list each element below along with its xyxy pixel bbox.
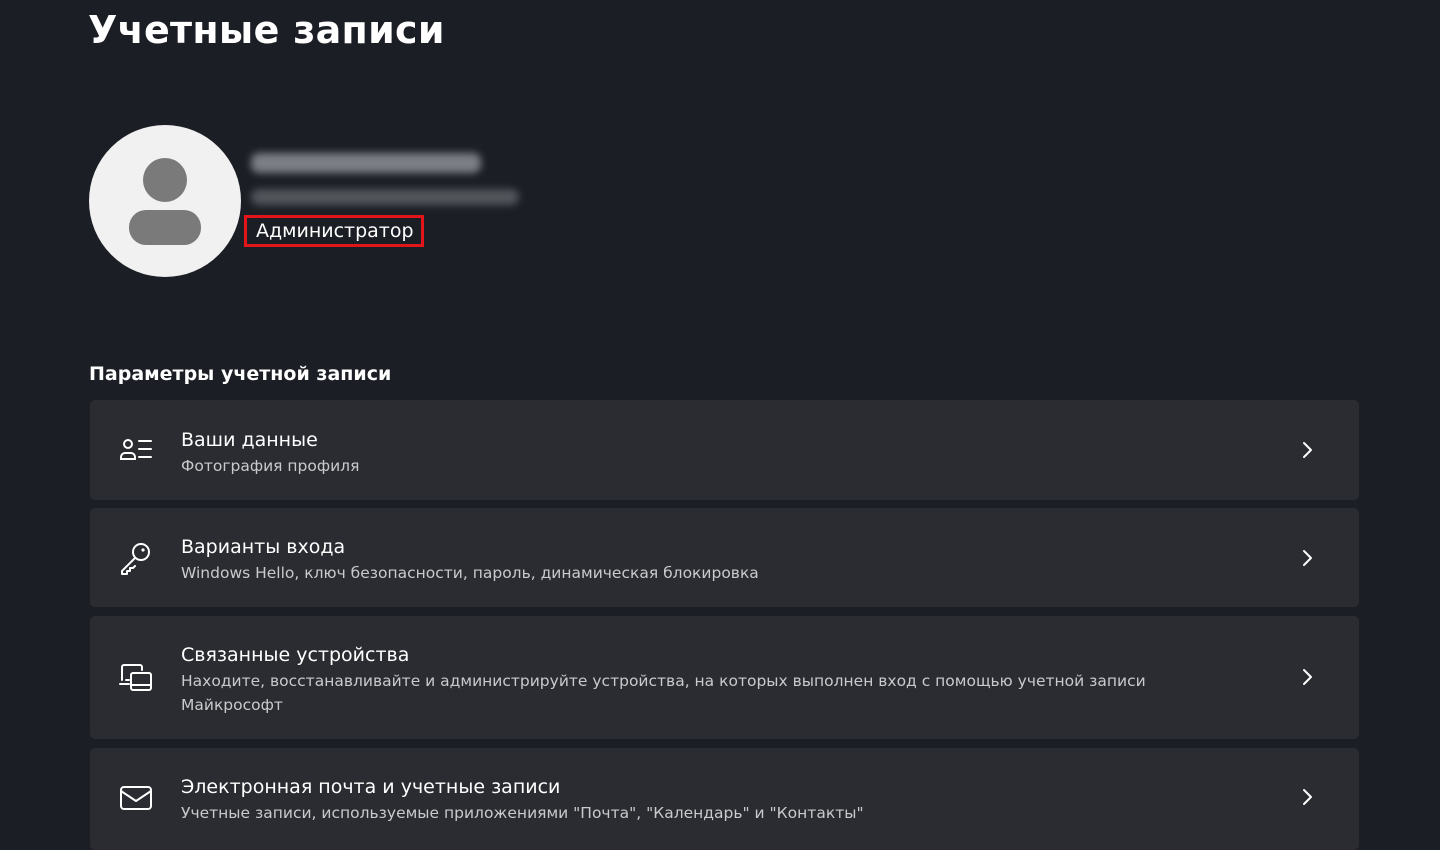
settings-item-subtitle: Windows Hello, ключ безопасности, пароль… — [181, 564, 759, 582]
account-role-label: Администратор — [244, 215, 424, 247]
settings-item-text: Электронная почта и учетные записи Учетн… — [181, 775, 1219, 825]
person-list-icon — [120, 439, 152, 460]
person-avatar-icon — [129, 158, 201, 245]
blurred-account-email — [251, 189, 519, 205]
section-heading-account-settings: Параметры учетной записи — [89, 363, 392, 385]
key-icon — [121, 543, 150, 575]
settings-item-linked-devices[interactable]: Связанные устройства Находите, восстанав… — [90, 616, 1359, 739]
profile-header: Администратор — [89, 125, 689, 277]
settings-item-title: Ваши данные — [181, 429, 318, 451]
chevron-right-icon — [1303, 669, 1312, 685]
devices-icon — [119, 664, 152, 691]
settings-item-your-info[interactable]: Ваши данные Фотография профиля — [90, 400, 1359, 500]
settings-item-subtitle: Фотография профиля — [181, 457, 360, 475]
settings-item-sign-in-options[interactable]: Варианты входа Windows Hello, ключ безоп… — [90, 508, 1359, 607]
chevron-right-icon — [1303, 550, 1312, 566]
mail-icon — [120, 786, 152, 810]
blurred-account-name — [251, 153, 481, 173]
settings-item-text: Варианты входа Windows Hello, ключ безоп… — [181, 535, 1219, 585]
settings-item-text: Ваши данные Фотография профиля — [181, 428, 1219, 478]
settings-item-title: Связанные устройства — [181, 644, 410, 666]
settings-item-title: Электронная почта и учетные записи — [181, 776, 561, 798]
settings-item-text: Связанные устройства Находите, восстанав… — [181, 643, 1219, 717]
settings-item-email-accounts[interactable]: Электронная почта и учетные записи Учетн… — [90, 748, 1359, 850]
page-title: Учетные записи — [88, 8, 445, 52]
settings-item-title: Варианты входа — [181, 536, 346, 558]
settings-item-subtitle: Находите, восстанавливайте и администрир… — [181, 672, 1146, 714]
avatar[interactable] — [89, 125, 241, 277]
settings-item-subtitle: Учетные записи, используемые приложениям… — [181, 804, 864, 822]
chevron-right-icon — [1303, 442, 1312, 458]
chevron-right-icon — [1303, 789, 1312, 805]
